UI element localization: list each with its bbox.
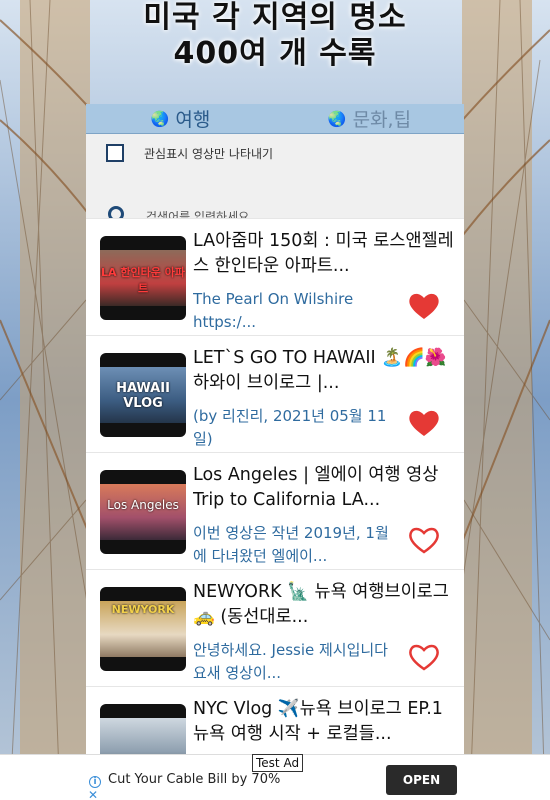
- video-description: 안녕하세요. Jessie 제시입니다 요새 영상이...: [193, 641, 388, 682]
- video-title: LET`S GO TO HAWAII 🏝️🌈🌺 하와이 브이로그 |...: [193, 348, 447, 393]
- video-title: LA아줌마 150회 : 미국 로스앤젤레스 한인타운 아파트...: [193, 231, 454, 276]
- video-title: Los Angeles | 엘에이 여행 영상 Trip to Californ…: [193, 465, 439, 510]
- video-list-item[interactable]: NEWYORK NEWYORK 🗽 뉴욕 여행브이로그🚕 (동선대로... 안녕…: [86, 569, 464, 686]
- thumbnail-caption: LA 한인타운 아파트: [101, 266, 185, 295]
- headline-line-2: 400여 개 수록: [173, 36, 377, 71]
- content-panel: 🌏 여행 🌏 문화,팁 관심표시 영상만 나타내기 LA 한인타운 아파트 LA…: [86, 104, 464, 754]
- favorites-filter[interactable]: 관심표시 영상만 나타내기: [106, 144, 273, 162]
- video-thumbnail[interactable]: [100, 704, 186, 754]
- tab-travel[interactable]: 🌏 여행: [86, 105, 275, 132]
- video-thumbnail[interactable]: LA 한인타운 아파트: [100, 236, 186, 320]
- heart-outline-icon[interactable]: [408, 642, 440, 672]
- video-thumbnail[interactable]: HAWAII VLOG: [100, 353, 186, 437]
- video-list-item[interactable]: NYC Vlog ✈️뉴욕 브이로그 EP.1 뉴욕 여행 시작 + 로컬들..…: [86, 686, 464, 754]
- close-icon[interactable]: ✕: [88, 789, 98, 800]
- video-list-item[interactable]: LA 한인타운 아파트 LA아줌마 150회 : 미국 로스앤젤레스 한인타운 …: [86, 218, 464, 335]
- tab-bar: 🌏 여행 🌏 문화,팁: [86, 104, 464, 134]
- app-headline: 미국 각 지역의 명소 400여 개 수록: [0, 0, 550, 72]
- thumbnail-caption: Los Angeles: [107, 498, 179, 512]
- ad-text: Cut Your Cable Bill by 70%: [108, 772, 281, 787]
- tab-culture-tips[interactable]: 🌏 문화,팁: [275, 105, 464, 132]
- video-thumbnail[interactable]: Los Angeles: [100, 470, 186, 554]
- video-list: LA 한인타운 아파트 LA아줌마 150회 : 미국 로스앤젤레스 한인타운 …: [86, 218, 464, 754]
- ad-open-button[interactable]: OPEN: [386, 765, 457, 795]
- favorites-only-checkbox[interactable]: [106, 144, 124, 162]
- video-description: (by 리진리, 2021년 05월 11일): [193, 407, 387, 448]
- video-description: The Pearl On Wilshire https:/...: [193, 290, 354, 331]
- tab-culture-tips-label: 문화,팁: [352, 109, 412, 131]
- thumbnail-caption: HAWAII VLOG: [116, 381, 170, 411]
- globe-icon: 🌏: [327, 109, 347, 128]
- heart-filled-icon[interactable]: [408, 408, 440, 438]
- thumbnail-caption: NEWYORK: [111, 603, 175, 616]
- video-list-item[interactable]: Los Angeles Los Angeles | 엘에이 여행 영상 Trip…: [86, 452, 464, 569]
- favorites-only-label: 관심표시 영상만 나타내기: [144, 146, 274, 161]
- heart-filled-icon[interactable]: [408, 291, 440, 321]
- video-description: 이번 영상은 작년 2019년, 1월에 다녀왔던 엘에이...: [193, 524, 389, 565]
- video-title: NEWYORK 🗽 뉴욕 여행브이로그🚕 (동선대로...: [193, 582, 449, 627]
- video-thumbnail[interactable]: NEWYORK: [100, 587, 186, 671]
- info-icon[interactable]: i: [89, 776, 101, 788]
- test-ad-badge: Test Ad: [252, 754, 304, 772]
- video-title: NYC Vlog ✈️뉴욕 브이로그 EP.1 뉴욕 여행 시작 + 로컬들..…: [193, 699, 443, 744]
- tab-travel-label: 여행: [175, 109, 211, 131]
- video-list-item[interactable]: HAWAII VLOG LET`S GO TO HAWAII 🏝️🌈🌺 하와이 …: [86, 335, 464, 452]
- heart-outline-icon[interactable]: [408, 525, 440, 555]
- headline-line-1: 미국 각 지역의 명소: [143, 0, 407, 35]
- globe-icon: 🌏: [150, 109, 170, 128]
